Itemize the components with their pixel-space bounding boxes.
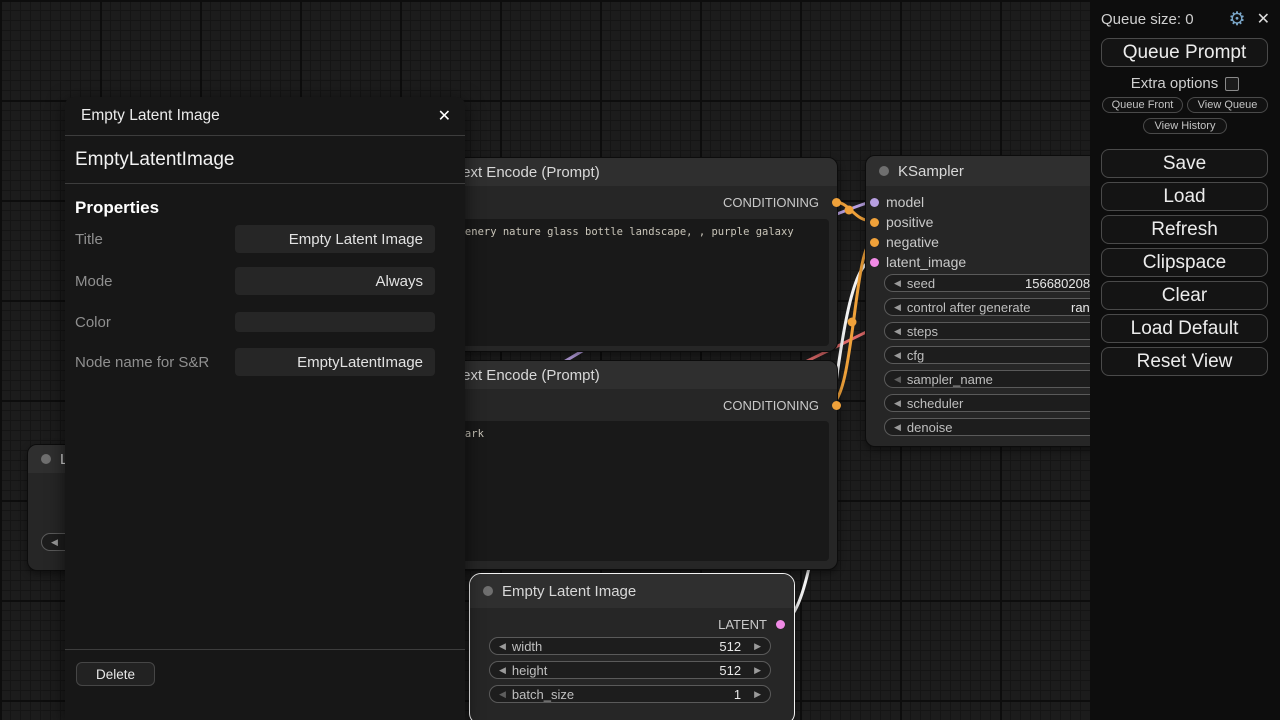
node-title: Empty Latent Image — [502, 583, 636, 600]
settings-gear-icon[interactable]: ⚙ — [1229, 10, 1246, 29]
property-label: Title — [75, 231, 103, 248]
property-label: Mode — [75, 273, 113, 290]
input-slot-model[interactable]: model — [866, 194, 924, 210]
refresh-button[interactable]: Refresh — [1101, 215, 1268, 244]
reset-view-button[interactable]: Reset View — [1101, 347, 1268, 376]
comfy-menu: Queue size: 0 ⚙ ✕ Queue Prompt Extra opt… — [1090, 0, 1280, 720]
decrement-icon[interactable]: ◀ — [499, 666, 506, 675]
collapse-dot-icon[interactable] — [483, 586, 493, 596]
mode-select[interactable]: Always — [235, 267, 435, 295]
decrement-icon[interactable]: ◀ — [894, 423, 901, 432]
node-title-bar[interactable]: P Text Encode (Prompt) — [409, 361, 837, 389]
widget-height[interactable]: ◀ height 512 ▶ — [489, 661, 771, 679]
node-type-field[interactable]: EmptyLatentImage — [65, 136, 465, 184]
output-slot-label: CONDITIONING — [723, 195, 819, 210]
node-title-bar[interactable]: P Text Encode (Prompt) — [409, 158, 837, 186]
title-input[interactable]: Empty Latent Image — [235, 225, 435, 253]
node-name-input[interactable]: EmptyLatentImage — [235, 348, 435, 376]
widget-value: 512 — [719, 639, 741, 654]
comfyui-workspace: L ◀ P Text Encode (Prompt) CONDITIONING … — [0, 0, 1280, 720]
conditioning-dot-icon[interactable] — [870, 218, 879, 227]
conditioning-output-slot[interactable]: CONDITIONING — [723, 194, 837, 210]
decrement-icon[interactable]: ◀ — [894, 327, 901, 336]
increment-icon[interactable]: ▶ — [754, 666, 761, 675]
input-slot-label: negative — [886, 234, 939, 250]
output-slot-label: LATENT — [718, 617, 767, 632]
input-slot-label: positive — [886, 214, 933, 230]
close-icon[interactable]: ✕ — [1257, 12, 1270, 28]
decrement-icon[interactable]: ◀ — [51, 538, 58, 547]
widget-label: seed — [907, 276, 935, 291]
node-title: KSampler — [898, 163, 964, 180]
positive-prompt-textarea[interactable]: ful scenery nature glass bottle landscap… — [419, 219, 829, 346]
decrement-icon[interactable]: ◀ — [894, 375, 901, 384]
negative-prompt-textarea[interactable]: watermark — [419, 421, 829, 561]
input-slot-positive[interactable]: positive — [866, 214, 933, 230]
input-slot-negative[interactable]: negative — [866, 234, 939, 250]
widget-label: height — [512, 663, 547, 678]
latent-output-slot[interactable]: LATENT — [718, 616, 785, 632]
decrement-icon[interactable]: ◀ — [894, 303, 901, 312]
queue-size-label: Queue size: 0 — [1101, 11, 1194, 28]
property-label: Node name for S&R — [75, 354, 209, 371]
output-slot-label: CONDITIONING — [723, 398, 819, 413]
delete-button[interactable]: Delete — [76, 662, 155, 686]
node-clip-text-encode-positive[interactable]: P Text Encode (Prompt) CONDITIONING ful … — [408, 157, 838, 352]
decrement-icon[interactable]: ◀ — [499, 642, 506, 651]
node-empty-latent-image[interactable]: Empty Latent Image LATENT ◀ width 512 ▶ … — [469, 573, 795, 720]
latent-dot-icon[interactable] — [870, 258, 879, 267]
widget-label: scheduler — [907, 396, 963, 411]
node-title-bar[interactable]: Empty Latent Image — [470, 574, 794, 608]
collapse-dot-icon[interactable] — [41, 454, 51, 464]
widget-value: 1 — [734, 687, 741, 702]
extra-options-label: Extra options — [1131, 75, 1219, 92]
widget-label: sampler_name — [907, 372, 993, 387]
widget-label: control after generate — [907, 300, 1031, 315]
node-clip-text-encode-negative[interactable]: P Text Encode (Prompt) CONDITIONING wate… — [408, 360, 838, 570]
widget-width[interactable]: ◀ width 512 ▶ — [489, 637, 771, 655]
widget-label: steps — [907, 324, 938, 339]
widget-label: batch_size — [512, 687, 574, 702]
save-button[interactable]: Save — [1101, 149, 1268, 178]
view-queue-button[interactable]: View Queue — [1187, 97, 1268, 113]
increment-icon[interactable]: ▶ — [754, 690, 761, 699]
clipspace-button[interactable]: Clipspace — [1101, 248, 1268, 277]
close-icon[interactable]: ✕ — [438, 106, 451, 126]
widget-value: 512 — [719, 663, 741, 678]
widget-label: cfg — [907, 348, 924, 363]
conditioning-dot-icon[interactable] — [832, 401, 841, 410]
clear-button[interactable]: Clear — [1101, 281, 1268, 310]
conditioning-dot-icon[interactable] — [870, 238, 879, 247]
property-label: Color — [75, 314, 111, 331]
divider — [65, 649, 465, 650]
extra-options-checkbox[interactable] — [1225, 77, 1239, 91]
dialog-title: Empty Latent Image — [81, 107, 220, 125]
load-default-button[interactable]: Load Default — [1101, 314, 1268, 343]
queue-front-button[interactable]: Queue Front — [1102, 97, 1183, 113]
decrement-icon[interactable]: ◀ — [894, 351, 901, 360]
widget-label: denoise — [907, 420, 953, 435]
widget-batch-size[interactable]: ◀ batch_size 1 ▶ — [489, 685, 771, 703]
increment-icon[interactable]: ▶ — [754, 642, 761, 651]
collapse-dot-icon[interactable] — [879, 166, 889, 176]
load-button[interactable]: Load — [1101, 182, 1268, 211]
widget-label: width — [512, 639, 542, 654]
input-slot-latent-image[interactable]: latent_image — [866, 254, 966, 270]
widget-value: 1566802087 — [1025, 276, 1097, 291]
decrement-icon[interactable]: ◀ — [499, 690, 506, 699]
input-slot-label: model — [886, 194, 924, 210]
input-slot-label: latent_image — [886, 254, 966, 270]
node-properties-dialog: Empty Latent Image ✕ EmptyLatentImage Pr… — [65, 97, 465, 720]
decrement-icon[interactable]: ◀ — [894, 279, 901, 288]
latent-dot-icon[interactable] — [776, 620, 785, 629]
conditioning-dot-icon[interactable] — [832, 198, 841, 207]
decrement-icon[interactable]: ◀ — [894, 399, 901, 408]
model-dot-icon[interactable] — [870, 198, 879, 207]
color-input[interactable] — [235, 312, 435, 332]
queue-prompt-button[interactable]: Queue Prompt — [1101, 38, 1268, 67]
node-type-value: EmptyLatentImage — [75, 149, 234, 171]
view-history-button[interactable]: View History — [1143, 118, 1227, 134]
properties-section-title: Properties — [75, 198, 465, 218]
conditioning-output-slot[interactable]: CONDITIONING — [723, 397, 837, 413]
